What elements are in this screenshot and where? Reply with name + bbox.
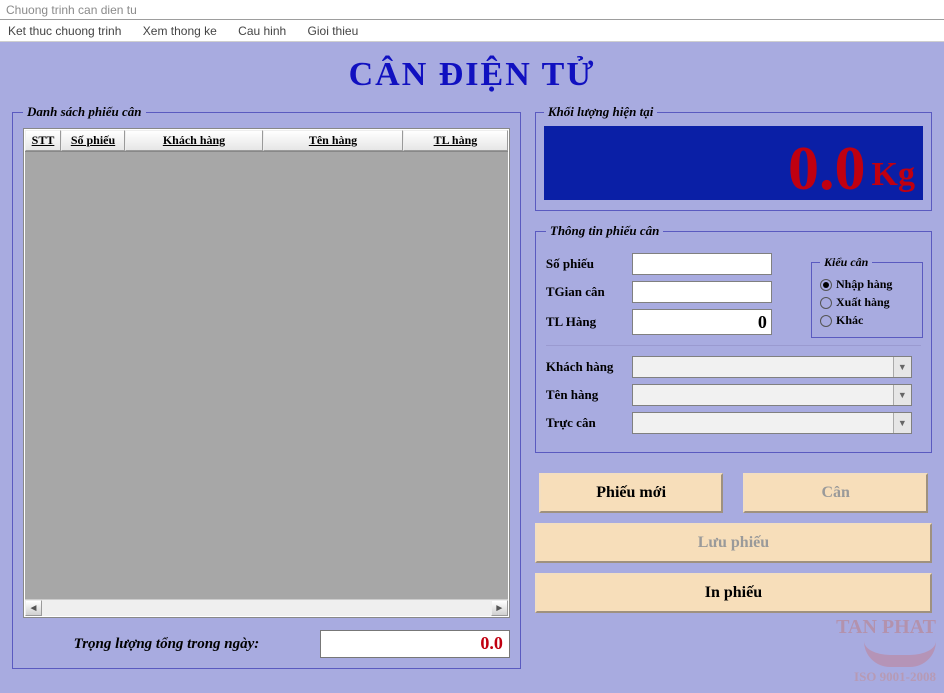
ticket-table: STT Số phiếu Khách hàng Tên hàng TL hàng…	[23, 128, 510, 618]
tgian-label: TGian cân	[546, 284, 632, 300]
scroll-track[interactable]	[42, 600, 491, 616]
menu-about[interactable]: Gioi thieu	[308, 24, 359, 38]
so-phieu-label: Số phiếu	[546, 256, 632, 272]
scroll-right-icon[interactable]: ►	[491, 600, 508, 616]
ten-hang-label: Tên hàng	[546, 387, 632, 403]
weight-display: 0.0 Kg	[544, 126, 923, 200]
col-so-phieu[interactable]: Số phiếu	[61, 130, 125, 151]
ticket-list-legend: Danh sách phiếu cân	[23, 104, 146, 120]
radio-icon	[820, 279, 832, 291]
table-header: STT Số phiếu Khách hàng Tên hàng TL hàng	[25, 130, 508, 151]
combo-input[interactable]	[633, 385, 893, 405]
print-ticket-button[interactable]: In phiếu	[535, 573, 932, 613]
kieu-can-group: Kiểu cân Nhập hàng Xuất hàng Khác	[811, 255, 923, 338]
menu-stats[interactable]: Xem thong ke	[143, 24, 217, 38]
save-ticket-button[interactable]: Lưu phiếu	[535, 523, 932, 563]
so-phieu-input[interactable]	[632, 253, 772, 275]
tgian-input[interactable]	[632, 281, 772, 303]
current-weight-legend: Khối lượng hiện tại	[544, 104, 657, 120]
menu-config[interactable]: Cau hinh	[238, 24, 286, 38]
ticket-info-legend: Thông tin phiếu cân	[546, 223, 663, 239]
window-titlebar: Chuong trinh can dien tu	[0, 0, 944, 20]
weigh-button[interactable]: Cân	[743, 473, 928, 513]
col-ten-hang[interactable]: Tên hàng	[263, 130, 403, 151]
chevron-down-icon[interactable]: ▼	[893, 413, 911, 433]
combo-input[interactable]	[633, 357, 893, 377]
radio-khac[interactable]: Khác	[820, 313, 914, 328]
combo-input[interactable]	[633, 413, 893, 433]
scroll-left-icon[interactable]: ◄	[25, 600, 42, 616]
ticket-list-group: Danh sách phiếu cân STT Số phiếu Khách h…	[12, 104, 521, 669]
total-value: 0.0	[320, 630, 510, 658]
col-khach-hang[interactable]: Khách hàng	[125, 130, 263, 151]
khach-hang-combo[interactable]: ▼	[632, 356, 912, 378]
ten-hang-combo[interactable]: ▼	[632, 384, 912, 406]
radio-xuat-hang[interactable]: Xuất hàng	[820, 295, 914, 310]
app-title: CÂN ĐIỆN TỬ	[12, 42, 932, 104]
total-label: Trọng lượng tổng trong ngày:	[23, 636, 310, 653]
chevron-down-icon[interactable]: ▼	[893, 385, 911, 405]
khach-hang-label: Khách hàng	[546, 359, 632, 375]
menu-exit[interactable]: Ket thuc chuong trinh	[8, 24, 121, 38]
h-scrollbar[interactable]: ◄ ►	[25, 599, 508, 616]
radio-icon	[820, 315, 832, 327]
truc-can-combo[interactable]: ▼	[632, 412, 912, 434]
weight-unit: Kg	[872, 156, 915, 194]
tl-hang-label: TL Hàng	[546, 314, 632, 330]
weight-value: 0.0	[788, 138, 866, 200]
radio-nhap-hang[interactable]: Nhập hàng	[820, 277, 914, 292]
tl-hang-input[interactable]	[632, 309, 772, 335]
new-ticket-button[interactable]: Phiếu mới	[539, 473, 724, 513]
col-stt[interactable]: STT	[25, 130, 61, 151]
current-weight-group: Khối lượng hiện tại 0.0 Kg	[535, 104, 932, 211]
truc-can-label: Trực cân	[546, 415, 632, 431]
menubar: Ket thuc chuong trinh Xem thong ke Cau h…	[0, 20, 944, 42]
table-body[interactable]	[25, 151, 508, 599]
radio-icon	[820, 297, 832, 309]
chevron-down-icon[interactable]: ▼	[893, 357, 911, 377]
window-title: Chuong trinh can dien tu	[6, 3, 137, 17]
kieu-can-legend: Kiểu cân	[820, 255, 872, 270]
ticket-info-group: Thông tin phiếu cân Số phiếu TGian cân T…	[535, 223, 932, 453]
col-tl-hang[interactable]: TL hàng	[403, 130, 508, 151]
